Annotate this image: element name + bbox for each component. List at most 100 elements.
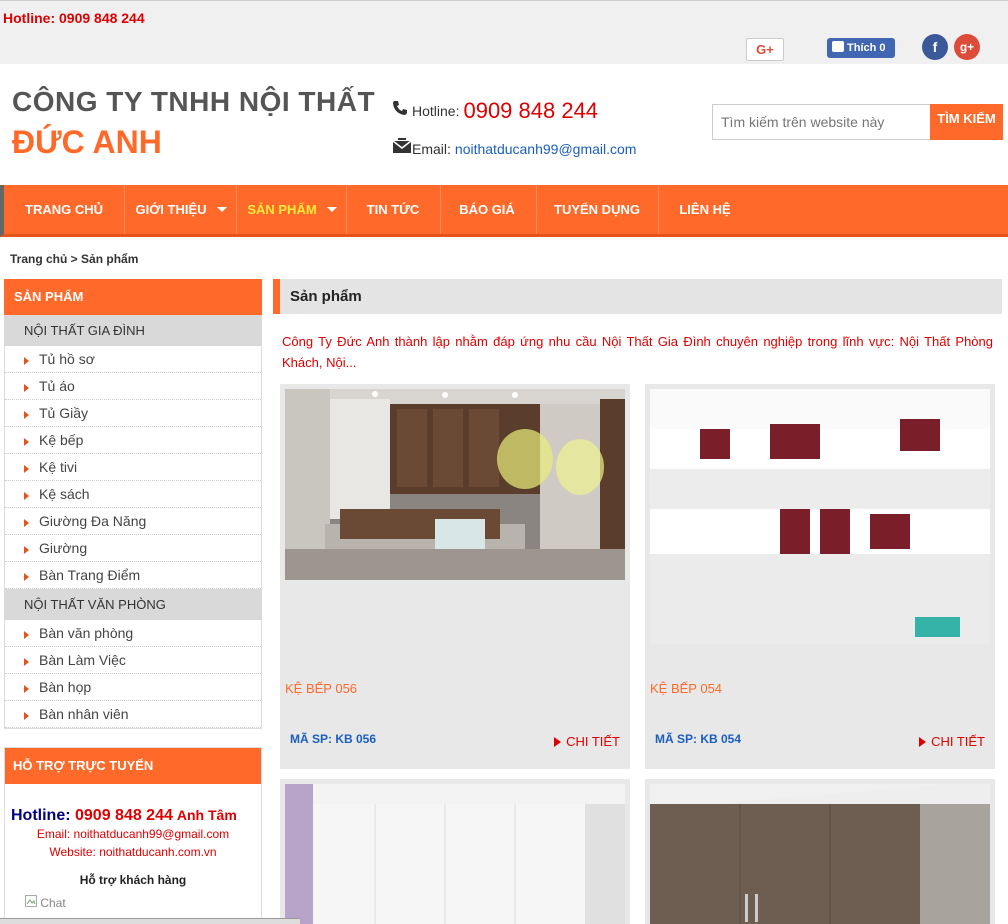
caret-right-icon [24, 519, 29, 527]
caret-right-icon [24, 712, 29, 720]
online-support-box: HỖ TRỢ TRỰC TUYẾN Hotline: 0909 848 244 A… [4, 747, 262, 924]
sidebar-item[interactable]: Bàn họp [5, 674, 261, 701]
product-name[interactable]: KỆ BẾP 056 [285, 681, 357, 696]
search-form: TÌM KIẾM [712, 104, 1003, 140]
product-image-wardrobe-wood[interactable] [650, 784, 990, 924]
nav-divider [236, 185, 237, 234]
chat-image-placeholder[interactable]: Chat [25, 895, 66, 910]
caret-right-icon [24, 573, 29, 581]
product-detail-link[interactable]: CHI TIẾT [919, 734, 985, 749]
product-detail-link[interactable]: CHI TIẾT [554, 734, 620, 749]
sidebar-item[interactable]: Kệ sách [5, 481, 261, 508]
caret-right-icon [24, 492, 29, 500]
top-bar: Hotline: 0909 848 244 G+ Thích 0 f g+ [0, 0, 1008, 64]
nav-about-label: GIỚI THIỆU [135, 202, 207, 217]
sidebar-item-label: Bàn Trang Điểm [39, 567, 141, 583]
nav-divider [536, 185, 537, 234]
sidebar-item[interactable]: Bàn nhân viên [5, 701, 261, 728]
chevron-down-icon [326, 207, 337, 212]
support-help-text: Hỗ trợ khách hàng [79, 873, 187, 887]
product-card[interactable]: KỆ BẾP 056 MÃ SP: KB 056 CHI TIẾT [280, 384, 630, 769]
product-card[interactable] [645, 779, 995, 924]
facebook-like-label: Thích 0 [847, 42, 886, 54]
envelope-icon [392, 138, 412, 159]
nav-home[interactable]: TRANG CHỦ [4, 185, 124, 234]
sidebar-item[interactable]: Tủ hồ sơ [5, 346, 261, 373]
nav-contact[interactable]: LIÊN HỆ [660, 185, 750, 234]
hotline-number[interactable]: 0909 848 244 [463, 98, 598, 123]
nav-about[interactable]: GIỚI THIỆU [126, 185, 236, 234]
taskbar-strip [0, 918, 300, 924]
thumbs-up-icon [832, 41, 844, 52]
support-website[interactable]: Website: noithatducanh.com.vn [5, 845, 261, 859]
caret-right-icon [24, 465, 29, 473]
google-plus-share-button[interactable]: G+ [746, 38, 784, 61]
nav-recruitment-label: TUYỂN DỤNG [554, 202, 640, 217]
caret-right-icon [24, 658, 29, 666]
sidebar-item[interactable]: Bàn văn phòng [5, 620, 261, 647]
sidebar-group-office[interactable]: NỘI THẤT VĂN PHÒNG [4, 589, 262, 620]
hotline-label: Hotline: [412, 103, 460, 119]
product-code: MÃ SP: KB 054 [655, 732, 742, 746]
support-hotline-number[interactable]: 0909 848 244 [75, 807, 173, 824]
sidebar-item-label: Bàn Làm Việc [39, 652, 126, 668]
search-button[interactable]: TÌM KIẾM [930, 104, 1003, 140]
google-plus-icon[interactable]: g+ [954, 34, 980, 60]
sidebar-item[interactable]: Giường Đa Năng [5, 508, 261, 535]
nav-products[interactable]: SẢN PHẨM [238, 185, 346, 234]
sidebar-categories: SẢN PHẨM NỘI THẤT GIA ĐÌNH Tủ hồ sơ Tủ á… [4, 279, 262, 729]
sidebar-item[interactable]: Tủ Giầy [5, 400, 261, 427]
detail-label: CHI TIẾT [566, 734, 620, 749]
product-name[interactable]: KỆ BẾP 054 [650, 681, 722, 696]
sidebar-item-label: Bàn văn phòng [39, 625, 134, 641]
breadcrumb[interactable]: Trang chủ > Sản phẩm [10, 252, 138, 266]
nav-news-label: TIN TỨC [366, 202, 420, 217]
nav-contact-label: LIÊN HỆ [679, 202, 731, 217]
sidebar-item-label: Giường [39, 540, 88, 556]
facebook-icon[interactable]: f [922, 34, 948, 60]
nav-divider [440, 185, 441, 234]
nav-divider [658, 185, 659, 234]
logo-brand-name[interactable]: ĐỨC ANH [12, 124, 162, 161]
product-image-wardrobe[interactable] [285, 784, 625, 924]
broken-image-icon [25, 895, 37, 907]
sidebar-item[interactable]: Kệ tivi [5, 454, 261, 481]
product-image-kitchen-054[interactable] [650, 389, 990, 644]
caret-right-icon [24, 384, 29, 392]
sidebar-item-label: Tủ Giầy [39, 405, 89, 421]
site-header: CÔNG TY TNHH NỘI THẤT ĐỨC ANH Hotline: 09… [0, 64, 1008, 185]
facebook-like-button[interactable]: Thích 0 [827, 38, 895, 58]
intro-text: Công Ty Đức Anh thành lập nhằm đáp ứng n… [282, 334, 993, 370]
header-email: Email: noithatducanh99@gmail.com [392, 138, 636, 159]
nav-divider [124, 185, 125, 234]
sidebar-home-list: Tủ hồ sơ Tủ áo Tủ Giầy Kệ bếp Kệ tivi Kệ… [4, 346, 262, 589]
top-hotline: Hotline: 0909 848 244 [3, 10, 145, 26]
caret-right-icon [24, 357, 29, 365]
nav-news[interactable]: TIN TỨC [348, 185, 438, 234]
play-arrow-icon [554, 737, 562, 747]
logo-company-name[interactable]: CÔNG TY TNHH NỘI THẤT [12, 86, 375, 118]
sidebar-item[interactable]: Giường [5, 535, 261, 562]
support-contact-name: Anh Tâm [176, 807, 237, 823]
sidebar-office-list: Bàn văn phòng Bàn Làm Việc Bàn họp Bàn n… [4, 620, 262, 729]
chevron-down-icon [216, 207, 227, 212]
email-link[interactable]: noithatducanh99@gmail.com [455, 141, 637, 157]
sidebar-item[interactable]: Tủ áo [5, 373, 261, 400]
caret-right-icon [24, 411, 29, 419]
caret-right-icon [24, 546, 29, 554]
sidebar-item-label: Bàn nhân viên [39, 706, 129, 722]
sidebar-item-label: Tủ hồ sơ [39, 351, 95, 367]
sidebar-item[interactable]: Bàn Làm Việc [5, 647, 261, 674]
search-input[interactable] [713, 105, 930, 139]
sidebar-group-home[interactable]: NỘI THẤT GIA ĐÌNH [4, 315, 262, 346]
product-card[interactable] [280, 779, 630, 924]
sidebar-item[interactable]: Kệ bếp [5, 427, 261, 454]
page-title: Sản phẩm [273, 279, 1002, 314]
product-card[interactable]: KỆ BẾP 054 MÃ SP: KB 054 CHI TIẾT [645, 384, 995, 769]
sidebar-item[interactable]: Bàn Trang Điểm [5, 562, 261, 589]
nav-quote[interactable]: BÁO GIÁ [442, 185, 532, 234]
nav-products-label: SẢN PHẨM [247, 202, 317, 217]
product-image-kitchen-056[interactable] [285, 389, 625, 580]
support-email[interactable]: Email: noithatducanh99@gmail.com [5, 827, 261, 841]
nav-recruitment[interactable]: TUYỂN DỤNG [538, 185, 656, 234]
